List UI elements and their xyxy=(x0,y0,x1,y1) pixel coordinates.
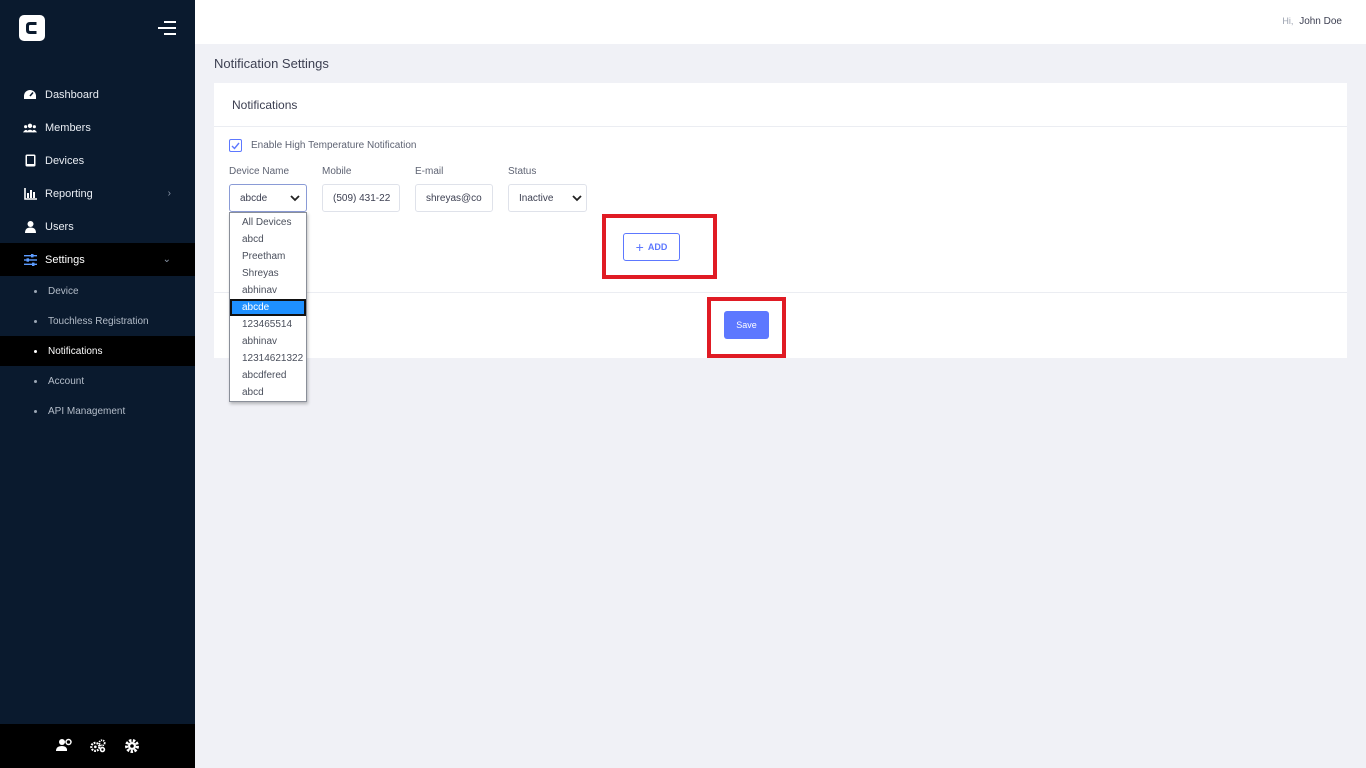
save-button-highlight xyxy=(707,297,786,358)
page-title: Notification Settings xyxy=(214,56,329,71)
brand-logo-icon[interactable] xyxy=(19,15,45,41)
gear-icon[interactable] xyxy=(124,738,140,754)
dropdown-option[interactable]: abcd xyxy=(230,231,306,248)
sidebar-subitem-touchless-registration[interactable]: Touchless Registration xyxy=(0,306,195,336)
status-select-value: Inactive xyxy=(519,192,554,204)
user-name: John Doe xyxy=(1299,16,1342,27)
bullet-icon xyxy=(34,289,37,293)
sidebar-item-label: Settings xyxy=(45,253,85,266)
checkbox[interactable] xyxy=(229,139,242,152)
sidebar-item-label: Reporting xyxy=(45,187,93,200)
card-title: Notifications xyxy=(214,83,1347,127)
sidebar-item-users[interactable]: Users xyxy=(0,210,195,243)
sidebar-subitem-device[interactable]: Device xyxy=(0,276,195,306)
sidebar-subitem-label: Device xyxy=(48,285,79,297)
sidebar-subitem-account[interactable]: Account xyxy=(0,366,195,396)
members-icon xyxy=(23,121,37,135)
checkbox-label: Enable High Temperature Notification xyxy=(251,140,417,151)
sidebar: Dashboard Members Devices Reporting › Us… xyxy=(0,0,195,768)
chevron-right-icon: › xyxy=(167,188,171,199)
cogs-icon[interactable] xyxy=(89,738,106,754)
sidebar-item-label: Members xyxy=(45,121,91,134)
tablet-icon xyxy=(23,154,37,168)
mobile-input-value: (509) 431-22 xyxy=(333,192,391,204)
dropdown-option[interactable]: 12314621322 xyxy=(230,350,306,367)
device-dropdown-list[interactable]: All Devices abcd Preetham Shreyas abhina… xyxy=(229,212,307,402)
user-greeting[interactable]: Hi, John Doe xyxy=(1282,16,1342,27)
dropdown-option[interactable]: abhinav xyxy=(230,282,306,299)
dropdown-option[interactable]: abhinav xyxy=(230,333,306,350)
hamburger-icon[interactable] xyxy=(158,21,176,35)
sidebar-nav: Dashboard Members Devices Reporting › Us… xyxy=(0,78,195,426)
sidebar-subitem-api-management[interactable]: API Management xyxy=(0,396,195,426)
bullet-icon xyxy=(34,379,37,383)
status-select[interactable]: Inactive xyxy=(508,184,587,212)
status-label: Status xyxy=(508,166,537,177)
chevron-down-icon xyxy=(290,194,300,202)
dropdown-option-selected[interactable]: abcde xyxy=(230,299,306,316)
chart-icon xyxy=(23,187,37,201)
dropdown-option[interactable]: Preetham xyxy=(230,248,306,265)
dropdown-option[interactable]: 123465514 xyxy=(230,316,306,333)
sidebar-item-reporting[interactable]: Reporting › xyxy=(0,177,195,210)
sidebar-item-label: Dashboard xyxy=(45,88,99,101)
bullet-icon xyxy=(34,319,37,323)
sidebar-subitem-label: Touchless Registration xyxy=(48,315,149,327)
mobile-input[interactable]: (509) 431-22 xyxy=(322,184,400,212)
sidebar-item-members[interactable]: Members xyxy=(0,111,195,144)
sidebar-footer xyxy=(0,724,195,768)
sidebar-item-label: Devices xyxy=(45,154,85,167)
sidebar-subitem-label: API Management xyxy=(48,405,126,417)
bullet-icon xyxy=(34,349,37,353)
email-input[interactable]: shreyas@co xyxy=(415,184,493,212)
check-icon xyxy=(231,142,240,150)
chevron-down-icon: ⌄ xyxy=(162,254,171,265)
sliders-icon xyxy=(23,253,37,267)
mobile-label: Mobile xyxy=(322,166,352,177)
dropdown-option[interactable]: Shreyas xyxy=(230,265,306,282)
sidebar-item-settings[interactable]: Settings ⌄ xyxy=(0,243,195,276)
sidebar-subitem-notifications[interactable]: Notifications xyxy=(0,336,195,366)
dropdown-option[interactable]: abcdfered xyxy=(230,367,306,384)
greeting-prefix: Hi, xyxy=(1282,16,1294,26)
dropdown-option[interactable]: All Devices xyxy=(230,214,306,231)
card-divider xyxy=(214,292,1347,293)
sidebar-subitem-label: Account xyxy=(48,375,85,387)
user-settings-icon[interactable] xyxy=(55,738,72,754)
sidebar-subitem-label: Notifications xyxy=(48,345,103,357)
topbar: Hi, John Doe xyxy=(195,0,1366,44)
sidebar-item-devices[interactable]: Devices xyxy=(0,144,195,177)
device-select-value: abcde xyxy=(240,192,268,204)
bullet-icon xyxy=(34,409,37,413)
dropdown-option[interactable]: abcd xyxy=(230,384,306,401)
high-temp-notification-row[interactable]: Enable High Temperature Notification xyxy=(229,139,416,152)
sidebar-item-dashboard[interactable]: Dashboard xyxy=(0,78,195,111)
email-label: E-mail xyxy=(415,166,444,177)
dashboard-icon xyxy=(23,88,37,102)
device-name-label: Device Name xyxy=(229,166,290,177)
chevron-down-icon xyxy=(570,194,584,202)
user-icon xyxy=(23,220,37,234)
device-name-select[interactable]: abcde xyxy=(229,184,307,212)
sidebar-item-label: Users xyxy=(45,220,74,233)
email-input-value: shreyas@co xyxy=(426,192,482,204)
add-button-highlight xyxy=(602,214,717,279)
